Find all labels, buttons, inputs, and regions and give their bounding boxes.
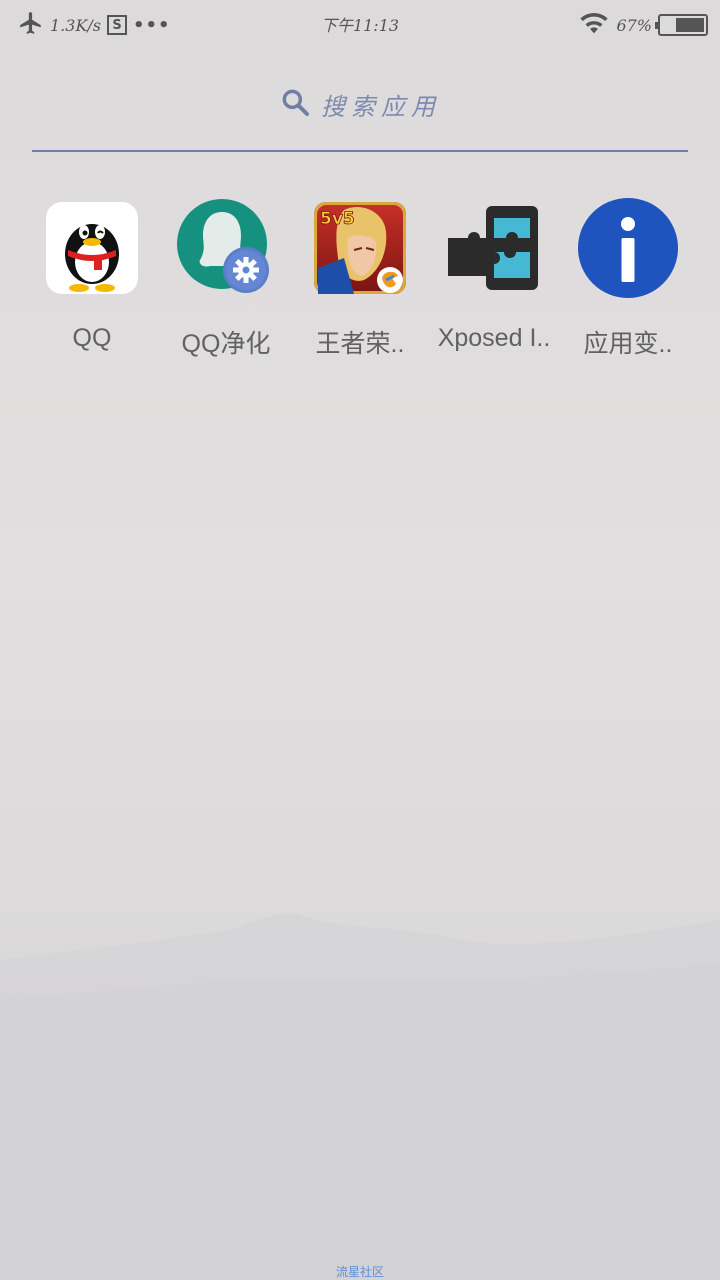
search-bar[interactable]: 搜索应用 [32, 76, 688, 152]
status-bar: 1.3K/s S ••• 下午11:13 67% [0, 0, 720, 48]
wifi-icon [578, 10, 610, 40]
app-info[interactable]: 应用变.. [562, 196, 694, 360]
app-qq-purify[interactable]: QQ净化 [160, 196, 292, 360]
status-time: 下午11:13 [320, 16, 400, 35]
search-input[interactable]: 搜索应用 [321, 87, 441, 122]
status-right: 67% [578, 10, 708, 40]
app-grid: QQ QQ净化 5v5 王者荣.. Xposed I.. 应用变.. [26, 196, 694, 360]
honor-of-kings-icon[interactable]: 5v5 [308, 196, 412, 300]
watermark-text: 流星社区 [335, 1265, 384, 1279]
app-qq[interactable]: QQ [26, 196, 158, 360]
app-label: 应用变.. [583, 330, 673, 358]
battery-level [675, 18, 704, 32]
svg-text:5v5: 5v5 [320, 209, 355, 229]
app-label: QQ净化 [181, 330, 271, 358]
info-icon[interactable] [576, 196, 680, 300]
app-honor-of-kings[interactable]: 5v5 王者荣.. [294, 196, 426, 360]
xposed-installer-icon[interactable] [442, 196, 546, 300]
qq-penguin-icon[interactable] [40, 196, 144, 300]
app-label: Xposed I.. [437, 324, 551, 352]
qq-purify-icon[interactable] [174, 196, 278, 300]
mountain-background [0, 913, 720, 1280]
battery-icon [655, 14, 708, 36]
app-label: QQ [72, 324, 112, 352]
battery-percent: 67% [616, 15, 652, 35]
search-icon[interactable] [279, 86, 311, 122]
app-xposed-installer[interactable]: Xposed I.. [428, 196, 560, 360]
app-label: 王者荣.. [315, 330, 405, 358]
